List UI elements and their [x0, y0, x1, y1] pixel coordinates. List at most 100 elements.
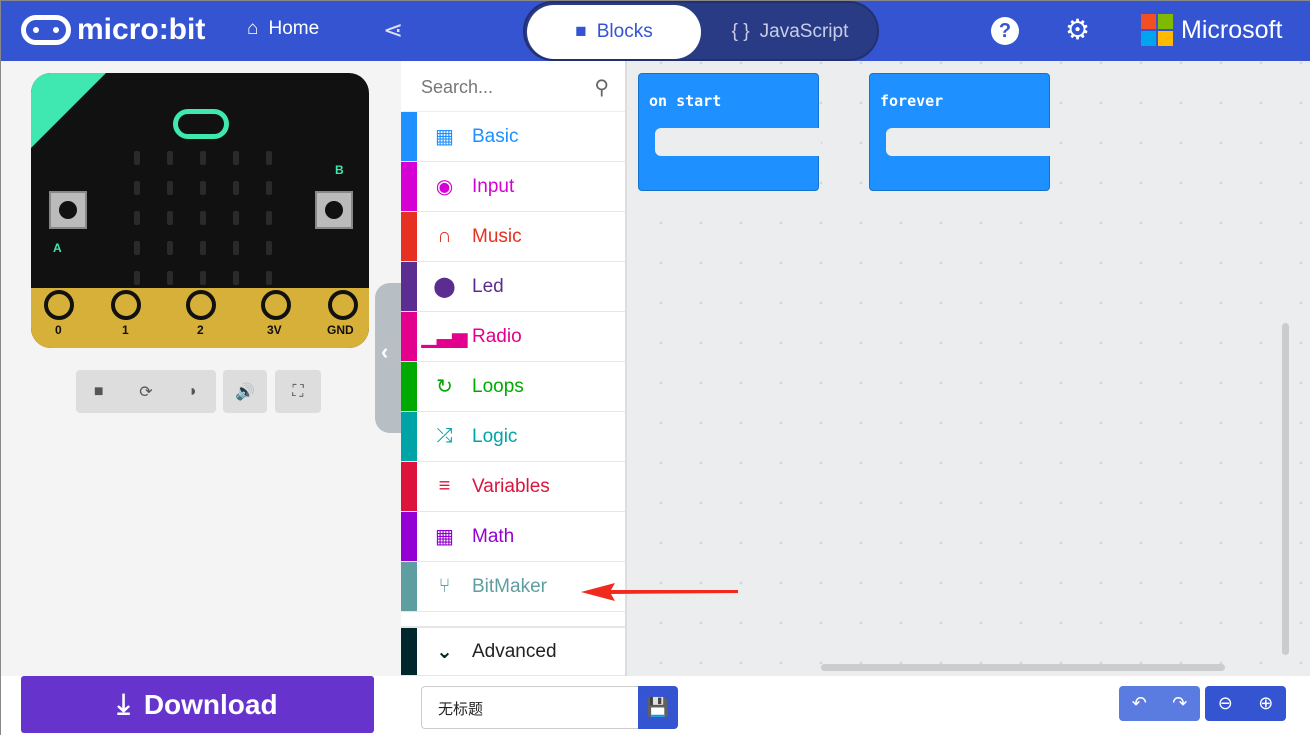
led: [200, 181, 206, 195]
search-placeholder: Search...: [421, 77, 494, 97]
led: [266, 271, 272, 285]
logo-text: micro:bit: [77, 13, 206, 46]
simulator-panel: A B 0 1 2 3V GND ■ ⟳ ◗ 🔊 ⛶: [1, 61, 401, 676]
signal-icon: ▁▃▅: [421, 326, 468, 348]
branch-icon: ⑂: [438, 575, 451, 597]
pin-label: 2: [197, 323, 204, 337]
toggle-icon: ⬤: [433, 276, 456, 298]
microsoft-logo[interactable]: Microsoft: [1141, 14, 1282, 46]
slowmo-icon[interactable]: ◗: [188, 383, 198, 401]
button-b-label: B: [335, 163, 344, 177]
category-color-bar: [401, 212, 417, 261]
led: [200, 271, 206, 285]
redo-icon[interactable]: ↷: [1172, 693, 1187, 714]
pin-label: 1: [122, 323, 129, 337]
search-input[interactable]: Search... ⚲: [401, 61, 625, 112]
calculator-icon: ▦: [435, 526, 454, 548]
microbit-logo[interactable]: micro:bit: [21, 13, 205, 47]
search-icon[interactable]: ⚲: [594, 75, 609, 100]
led: [167, 151, 173, 165]
led: [134, 151, 140, 165]
pin-3v[interactable]: [261, 290, 291, 320]
list-icon: ≡: [438, 475, 451, 497]
fullscreen-icon[interactable]: ⛶: [275, 370, 321, 413]
download-button[interactable]: ⤓ Download: [21, 676, 374, 733]
category-color-bar: [401, 562, 417, 611]
on-start-block[interactable]: on start: [638, 73, 821, 191]
home-label: Home: [268, 18, 320, 39]
led: [266, 211, 272, 225]
led: [233, 151, 239, 165]
category-color-bar: [401, 628, 417, 675]
grid-icon: ▦: [435, 126, 454, 148]
category-variables[interactable]: ≡ Variables: [401, 462, 625, 512]
led: [200, 211, 206, 225]
pin-2[interactable]: [186, 290, 216, 320]
restart-icon[interactable]: ⟳: [139, 382, 152, 402]
pin-0[interactable]: [44, 290, 74, 320]
tab-label: JavaScript: [759, 21, 849, 42]
pin-gnd[interactable]: [328, 290, 358, 320]
help-icon[interactable]: ?: [991, 17, 1019, 45]
headphones-icon: ∩: [437, 225, 452, 247]
category-music[interactable]: ∩ Music: [401, 212, 625, 262]
chevron-left-icon: ‹: [381, 339, 389, 364]
share-icon[interactable]: ⋖: [383, 16, 403, 45]
logo-icon: [21, 15, 71, 45]
pin-1[interactable]: [111, 290, 141, 320]
category-label: Radio: [472, 325, 522, 347]
led: [167, 181, 173, 195]
shuffle-icon: ⤮: [436, 425, 453, 447]
led: [167, 211, 173, 225]
zoom-out-icon[interactable]: ⊖: [1218, 693, 1233, 714]
led: [134, 211, 140, 225]
chevron-down-icon: ⌄: [436, 641, 453, 663]
button-b[interactable]: [315, 191, 353, 229]
tab-javascript[interactable]: { } JavaScript: [705, 5, 875, 59]
undo-redo-controls: ↶ ↷: [1119, 686, 1200, 721]
button-a[interactable]: [49, 191, 87, 229]
category-color-bar: [401, 462, 417, 511]
tab-blocks[interactable]: ■ Blocks: [527, 5, 701, 59]
led: [134, 271, 140, 285]
floppy-icon: 💾: [646, 697, 670, 717]
home-button[interactable]: ⌂ Home: [247, 18, 319, 40]
category-label: Music: [472, 225, 522, 247]
save-button[interactable]: 💾: [638, 686, 678, 729]
category-radio[interactable]: ▁▃▅ Radio: [401, 312, 625, 362]
category-advanced[interactable]: ⌄ Advanced: [401, 626, 625, 676]
led: [200, 151, 206, 165]
microbit-board[interactable]: A B 0 1 2 3V GND: [31, 73, 369, 348]
block-slot: [886, 128, 1052, 156]
zoom-in-icon[interactable]: ⊕: [1258, 693, 1273, 714]
stop-icon[interactable]: ■: [94, 383, 104, 401]
led: [266, 151, 272, 165]
target-icon: ◉: [435, 176, 454, 198]
vertical-scrollbar[interactable]: [1282, 323, 1289, 655]
category-label: Variables: [472, 475, 550, 497]
led: [266, 241, 272, 255]
led: [233, 211, 239, 225]
category-math[interactable]: ▦ Math: [401, 512, 625, 562]
home-icon: ⌂: [247, 18, 259, 39]
category-label: Basic: [472, 125, 519, 147]
category-loops[interactable]: ↻ Loops: [401, 362, 625, 412]
pin-label: 0: [55, 323, 62, 337]
category-label: Loops: [472, 375, 524, 397]
horizontal-scrollbar[interactable]: [821, 664, 1225, 671]
category-logic[interactable]: ⤮ Logic: [401, 412, 625, 462]
gear-icon[interactable]: ⚙: [1065, 13, 1090, 46]
button-a-label: A: [53, 241, 62, 255]
forever-block[interactable]: forever: [869, 73, 1052, 191]
board-logo-icon: [173, 109, 229, 139]
mute-icon[interactable]: 🔊: [223, 370, 267, 413]
category-input[interactable]: ◉ Input: [401, 162, 625, 212]
led: [233, 241, 239, 255]
undo-icon[interactable]: ↶: [1132, 693, 1147, 714]
led: [266, 181, 272, 195]
category-led[interactable]: ⬤ Led: [401, 262, 625, 312]
project-name-input[interactable]: 无标题: [421, 686, 639, 729]
category-basic[interactable]: ▦ Basic: [401, 112, 625, 162]
brand-text: Microsoft: [1181, 15, 1283, 44]
simulator-controls: ■ ⟳ ◗: [76, 370, 216, 413]
